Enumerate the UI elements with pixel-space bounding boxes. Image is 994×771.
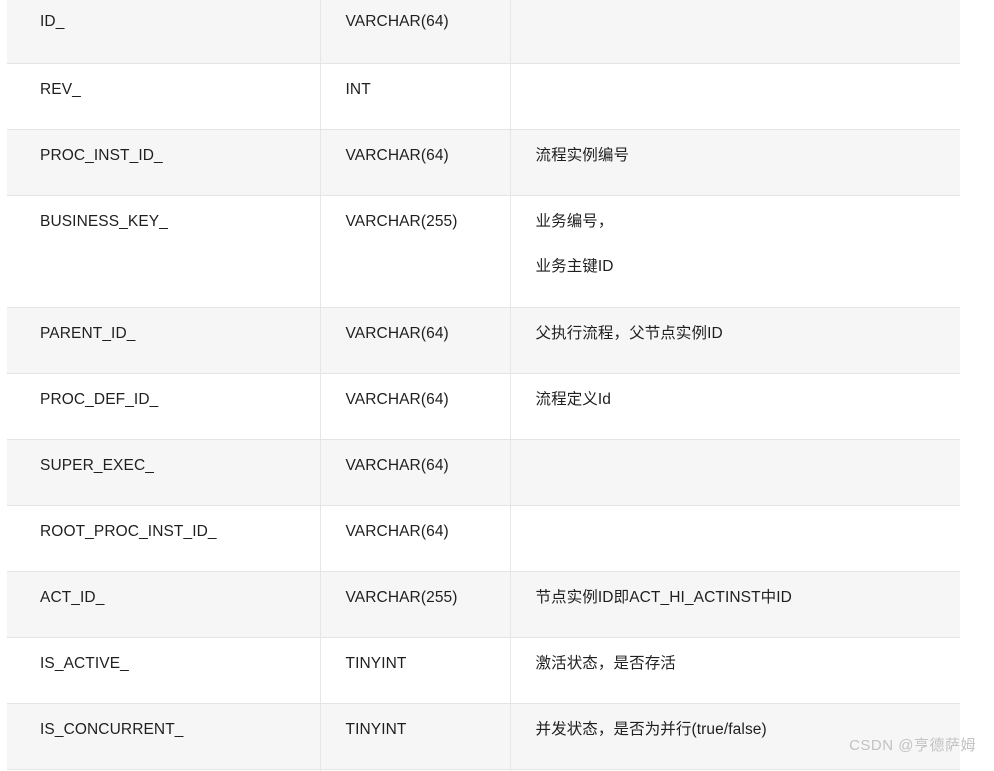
cell-field: ID_ <box>7 0 321 64</box>
cell-type: VARCHAR(64) <box>320 0 511 64</box>
description-line: 父执行流程，父节点实例ID <box>535 325 723 342</box>
cell-field: ACT_ID_ <box>7 571 321 638</box>
description-line: 激活状态，是否存活 <box>535 655 676 672</box>
cell-type: INT <box>320 63 511 130</box>
cell-field: REV_ <box>7 63 321 130</box>
table-row: PROC_INST_ID_ VARCHAR(64) 流程实例编号 <box>7 129 960 196</box>
cell-field: PARENT_ID_ <box>7 307 321 374</box>
cell-field: IS_ACTIVE_ <box>7 637 321 704</box>
table-row: REV_ INT <box>7 63 960 130</box>
cell-type: VARCHAR(64) <box>320 129 511 196</box>
table-row: ID_ VARCHAR(64) <box>7 0 960 64</box>
description-line: 并发状态，是否为并行(true/false) <box>535 721 767 738</box>
table-row: IS_CONCURRENT_ TINYINT 并发状态，是否为并行(true/f… <box>7 703 960 770</box>
cell-description: 节点实例ID即ACT_HI_ACTINST中ID <box>510 571 960 638</box>
cell-type: VARCHAR(64) <box>320 307 511 374</box>
table-row: IS_ACTIVE_ TINYINT 激活状态，是否存活 <box>7 637 960 704</box>
cell-type: VARCHAR(64) <box>320 505 511 572</box>
cell-type: VARCHAR(255) <box>320 195 511 308</box>
cell-description: 激活状态，是否存活 <box>510 637 960 704</box>
cell-field: PROC_INST_ID_ <box>7 129 321 196</box>
cell-field: BUSINESS_KEY_ <box>7 195 321 308</box>
cell-field: IS_CONCURRENT_ <box>7 703 321 770</box>
table-row: BUSINESS_KEY_ VARCHAR(255) 业务编号， 业务主键ID <box>7 195 960 308</box>
cell-description: 父执行流程，父节点实例ID <box>510 307 960 374</box>
cell-type: VARCHAR(64) <box>320 439 511 506</box>
schema-table: ID_ VARCHAR(64) REV_ INT PROC_INST_ID_ V… <box>7 0 960 771</box>
table-row: ROOT_PROC_INST_ID_ VARCHAR(64) <box>7 505 960 572</box>
cell-type: TINYINT <box>320 703 511 770</box>
cell-description <box>510 439 960 506</box>
cell-description: 并发状态，是否为并行(true/false) <box>510 703 960 770</box>
table-row: PROC_DEF_ID_ VARCHAR(64) 流程定义Id <box>7 373 960 440</box>
cell-field: PROC_DEF_ID_ <box>7 373 321 440</box>
table-row: SUPER_EXEC_ VARCHAR(64) <box>7 439 960 506</box>
table-row: ACT_ID_ VARCHAR(255) 节点实例ID即ACT_HI_ACTIN… <box>7 571 960 638</box>
cell-type: TINYINT <box>320 637 511 704</box>
description-line: 流程实例编号 <box>535 147 630 164</box>
cell-description <box>510 505 960 572</box>
cell-description <box>510 0 960 64</box>
cell-description <box>510 63 960 130</box>
table-row: PARENT_ID_ VARCHAR(64) 父执行流程，父节点实例ID <box>7 307 960 374</box>
description-line: 业务编号， <box>535 213 614 230</box>
cell-field: ROOT_PROC_INST_ID_ <box>7 505 321 572</box>
cell-field: SUPER_EXEC_ <box>7 439 321 506</box>
description-line: 业务主键ID <box>535 258 614 276</box>
cell-description: 业务编号， 业务主键ID <box>510 195 960 308</box>
cell-description: 流程定义Id <box>510 373 960 440</box>
description-line: 流程定义Id <box>535 391 612 408</box>
cell-description: 流程实例编号 <box>510 129 960 196</box>
schema-table-container: ID_ VARCHAR(64) REV_ INT PROC_INST_ID_ V… <box>7 0 960 771</box>
schema-table-body: ID_ VARCHAR(64) REV_ INT PROC_INST_ID_ V… <box>7 0 960 771</box>
cell-type: VARCHAR(255) <box>320 571 511 638</box>
description-line: 节点实例ID即ACT_HI_ACTINST中ID <box>535 589 792 606</box>
document-page: ID_ VARCHAR(64) REV_ INT PROC_INST_ID_ V… <box>0 0 994 771</box>
cell-type: VARCHAR(64) <box>320 373 511 440</box>
